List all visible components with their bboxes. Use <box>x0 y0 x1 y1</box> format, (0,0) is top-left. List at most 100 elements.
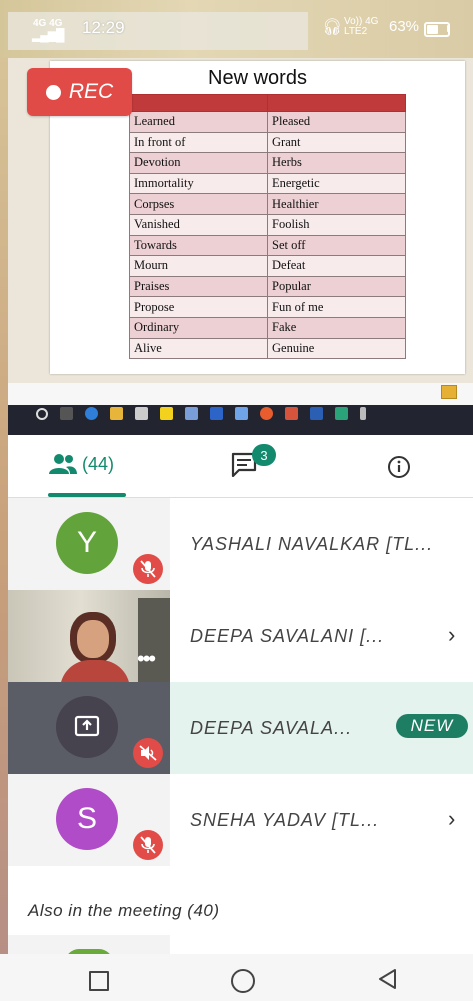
screen-share-icon <box>74 715 100 737</box>
word-icon <box>310 407 323 420</box>
presenter-view-strip <box>8 383 473 405</box>
speaker-muted-icon <box>133 738 163 768</box>
info-icon <box>388 456 410 478</box>
chrome-icon <box>260 407 273 420</box>
chat-unread-badge: 3 <box>252 444 276 466</box>
table-cell: Herbs <box>267 152 406 174</box>
table-row: Mourn Defeat <box>129 255 406 277</box>
android-nav-bar <box>0 954 473 1001</box>
table-cell: Alive <box>129 337 268 360</box>
table-cell: Vanished <box>129 213 268 236</box>
battery-fill <box>427 25 438 34</box>
chevron-right-icon[interactable]: › <box>448 622 455 648</box>
active-tab-indicator <box>48 493 126 497</box>
table-cell: Grant <box>267 131 406 154</box>
task-view-icon <box>60 407 73 420</box>
panel-tabs: (44) 3 <box>8 435 473 498</box>
participant-name: YASHALI NAVALKAR [TL... <box>190 534 434 554</box>
sticky-notes-icon <box>160 407 173 420</box>
vocabulary-table: Learned Pleased In front of Grant Devotion He… <box>129 94 406 360</box>
table-cell: Immortality <box>129 172 268 195</box>
participant-name: SNEHA YADAV [TL... <box>190 810 380 830</box>
taskbar-icons <box>36 407 366 420</box>
mic-muted-icon <box>133 554 163 584</box>
more-options-icon[interactable]: ••• <box>137 648 156 670</box>
people-icon <box>49 454 77 474</box>
avatar: S <box>56 788 118 850</box>
back-triangle-icon <box>379 969 396 989</box>
battery-tip <box>447 25 450 32</box>
headset-icon: 🎧︎ <box>322 19 343 36</box>
table-header-row <box>129 94 406 112</box>
table-cell: Foolish <box>267 213 406 236</box>
table-cell: Ordinary <box>129 316 268 339</box>
also-in-meeting-heading: Also in the meeting (40) <box>28 901 220 920</box>
tray-icon <box>360 407 366 420</box>
presenter-flag-icon <box>441 385 457 399</box>
table-cell: Learned <box>129 111 268 133</box>
rec-label: REC <box>68 80 114 103</box>
table-row: Devotion Herbs <box>129 152 406 174</box>
table-cell: Fun of me <box>267 296 406 318</box>
table-cell: Genuine <box>267 337 406 360</box>
table-row: Learned Pleased <box>129 111 406 133</box>
table-cell: Corpses <box>129 193 268 215</box>
table-cell: Defeat <box>267 255 406 277</box>
new-badge: NEW <box>396 714 468 738</box>
vocabulary-table-body: Learned Pleased In front of Grant Devotion He… <box>129 111 406 360</box>
store-icon <box>135 407 148 420</box>
table-row: Propose Fun of me <box>129 296 406 318</box>
edge-browser-icon <box>85 407 98 420</box>
table-cell: Pleased <box>267 111 406 133</box>
participant-video: ••• <box>8 590 170 682</box>
participant-row[interactable]: S SNEHA YADAV [TL... › <box>8 774 473 866</box>
participant-row[interactable]: ••• DEEPA SAVALANI [... › <box>8 590 473 682</box>
table-cell: Praises <box>129 275 268 298</box>
participants-count: (44) <box>82 453 115 474</box>
status-bar: 4G 4G ▂▄▆█ 12:29 🎧︎ Vo)) 4G LTE2 63% <box>0 0 473 58</box>
app-icon <box>335 407 348 420</box>
table-cell: In front of <box>129 131 268 154</box>
table-cell: Energetic <box>267 172 406 195</box>
table-row: Praises Popular <box>129 275 406 298</box>
video-person-face <box>77 620 109 658</box>
back-button[interactable] <box>377 968 399 995</box>
app-icon <box>210 407 223 420</box>
calculator-icon <box>185 407 198 420</box>
participant-name: DEEPA SAVALANI [... <box>190 626 385 646</box>
table-row: Immortality Energetic <box>129 172 406 195</box>
tab-info[interactable] <box>387 455 411 484</box>
chevron-right-icon[interactable]: › <box>448 806 455 832</box>
participant-name: DEEPA SAVALA... <box>190 718 353 738</box>
table-header-cell <box>129 94 268 112</box>
app-icon <box>235 407 248 420</box>
participant-tile: Y <box>8 498 170 590</box>
home-button[interactable] <box>231 969 255 993</box>
table-cell: Healthier <box>267 193 406 215</box>
table-cell: Towards <box>129 234 268 257</box>
table-row: Ordinary Fake <box>129 316 406 339</box>
table-row: In front of Grant <box>129 131 406 154</box>
table-row: Towards Set off <box>129 234 406 257</box>
participant-row[interactable]: Y YASHALI NAVALKAR [TL... <box>8 498 473 590</box>
table-header-cell <box>267 94 406 112</box>
powerpoint-icon <box>285 407 298 420</box>
table-cell: Fake <box>267 316 406 339</box>
table-cell: Propose <box>129 296 268 318</box>
status-time: 12:29 <box>82 18 125 37</box>
record-dot-icon <box>45 84 61 100</box>
battery-percent: 63% <box>389 18 420 35</box>
table-row: Corpses Healthier <box>129 193 406 215</box>
tab-participants[interactable]: (44) <box>48 453 114 475</box>
windows-taskbar <box>8 383 473 435</box>
recents-button[interactable] <box>89 971 109 991</box>
table-row: Alive Genuine <box>129 337 406 360</box>
table-cell: Popular <box>267 275 406 298</box>
screen: 4G 4G ▂▄▆█ 12:29 🎧︎ Vo)) 4G LTE2 63% New… <box>0 0 473 1001</box>
avatar: Y <box>56 512 118 574</box>
network-indicator-right: Vo)) 4G LTE2 <box>344 16 379 37</box>
participants-panel: (44) 3 Y YASHALI NAVALKAR [TL... ••• DEE… <box>8 435 473 1001</box>
signal-bars-icon: ▂▄▆█ <box>32 28 64 42</box>
participant-row[interactable]: DEEPA SAVALA... NEW <box>8 682 473 774</box>
table-cell: Mourn <box>129 255 268 277</box>
